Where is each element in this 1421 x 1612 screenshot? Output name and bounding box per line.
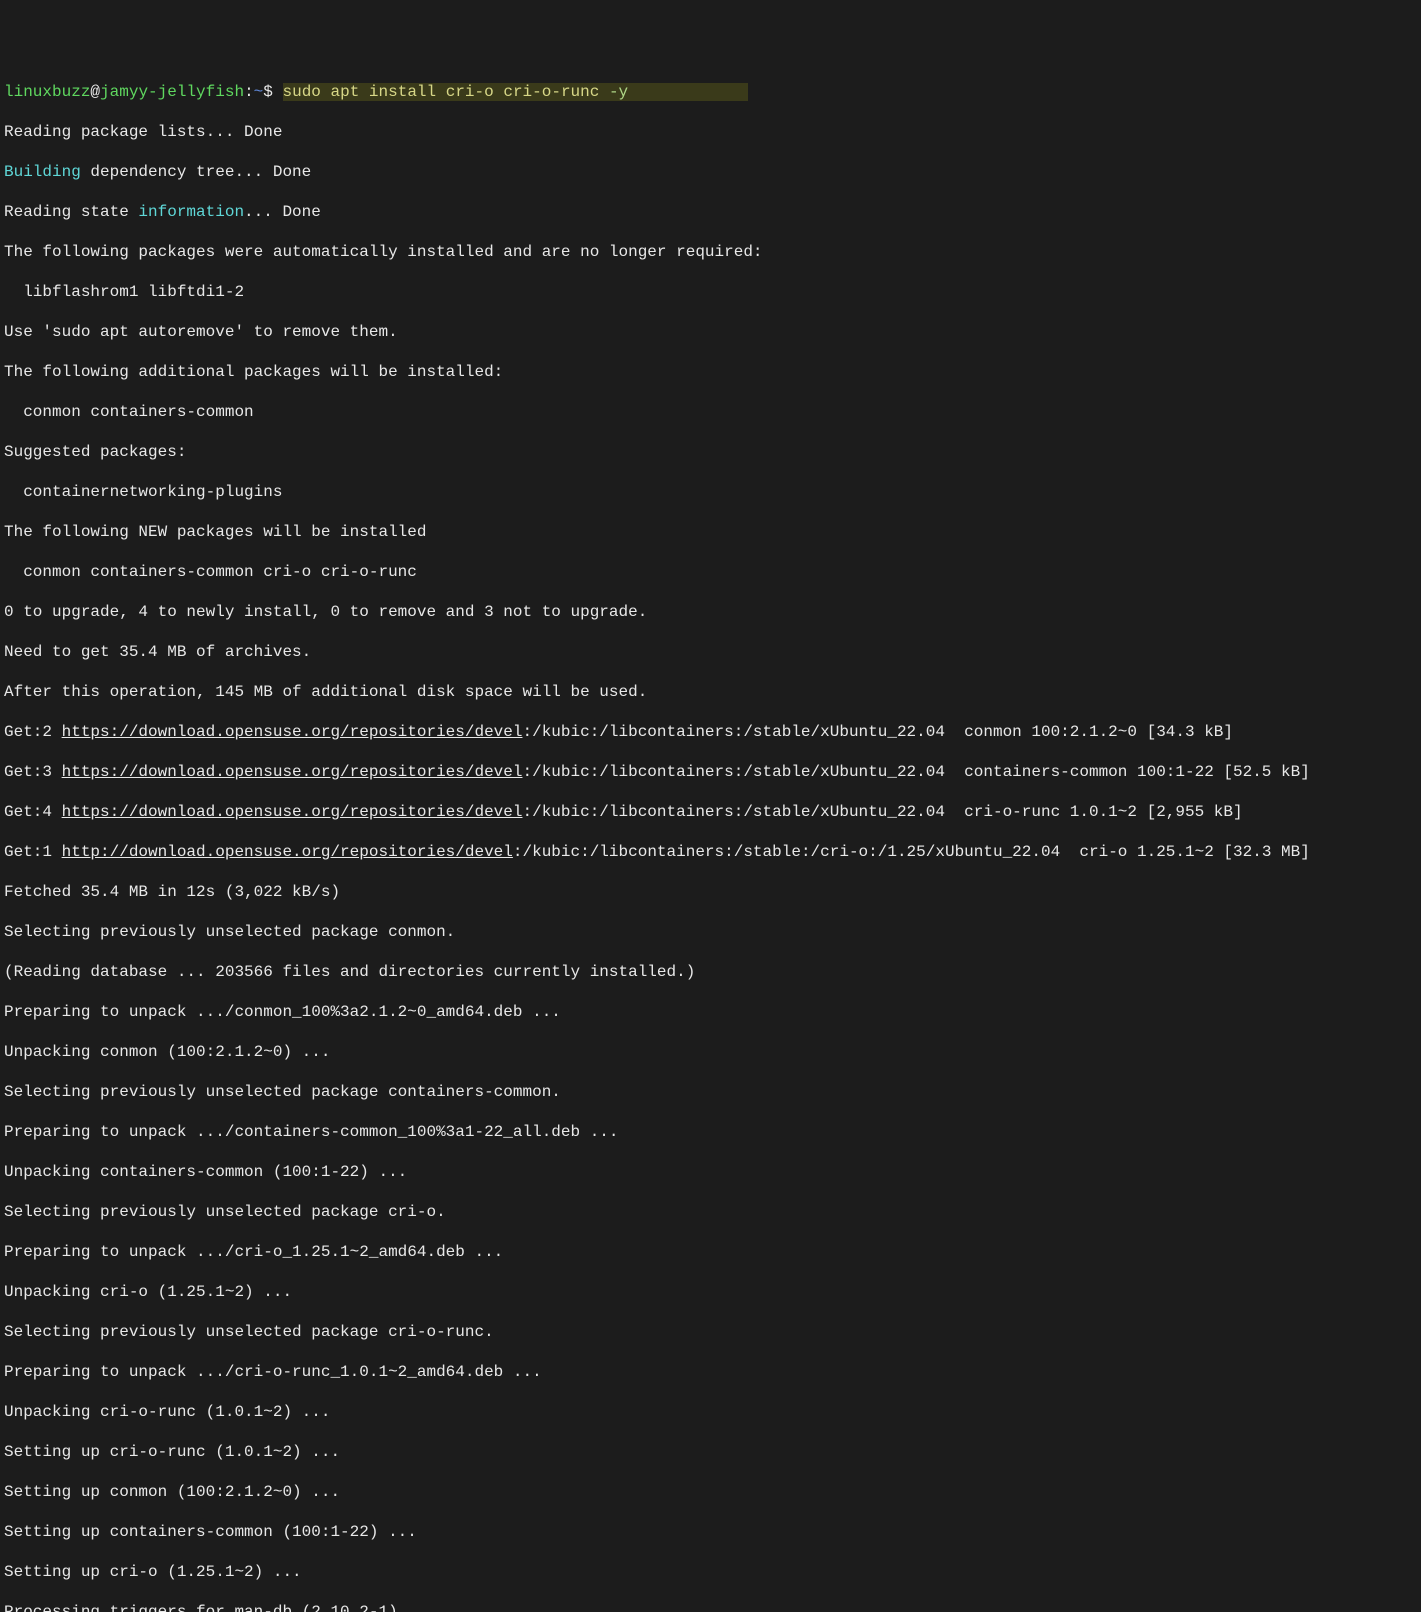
output-line: Processing triggers for man-db (2.10.2-1… [4,1602,1417,1612]
output-line: Get:2 https://download.opensuse.org/repo… [4,722,1417,742]
output-line: Selecting previously unselected package … [4,1322,1417,1342]
url-link: https://download.opensuse.org/repositori… [62,723,523,741]
output-line: containernetworking-plugins [4,482,1417,502]
output-line: Preparing to unpack .../cri-o-runc_1.0.1… [4,1362,1417,1382]
output-line: Use 'sudo apt autoremove' to remove them… [4,322,1417,342]
output-line: Building dependency tree... Done [4,162,1417,182]
output-line: Unpacking containers-common (100:1-22) .… [4,1162,1417,1182]
command-text: sudo apt install cri-o cri-o-runc -y [283,83,749,101]
output-line: The following additional packages will b… [4,362,1417,382]
output-line: conmon containers-common cri-o cri-o-run… [4,562,1417,582]
output-line: Setting up containers-common (100:1-22) … [4,1522,1417,1542]
url-link: http://download.opensuse.org/repositorie… [62,843,513,861]
output-line: Reading state information... Done [4,202,1417,222]
prompt-symbol: $ [263,83,273,101]
output-line: conmon containers-common [4,402,1417,422]
output-line: Suggested packages: [4,442,1417,462]
output-line: Get:3 https://download.opensuse.org/repo… [4,762,1417,782]
url-link: https://download.opensuse.org/repositori… [62,763,523,781]
terminal-output[interactable]: linuxbuzz@jamyy-jellyfish:~$ sudo apt in… [4,82,1417,1612]
output-line: Unpacking conmon (100:2.1.2~0) ... [4,1042,1417,1062]
output-line: Unpacking cri-o (1.25.1~2) ... [4,1282,1417,1302]
output-line: (Reading database ... 203566 files and d… [4,962,1417,982]
prompt-host: jamyy-jellyfish [100,83,244,101]
output-line: The following packages were automaticall… [4,242,1417,262]
output-line: Need to get 35.4 MB of archives. [4,642,1417,662]
output-line: Get:1 http://download.opensuse.org/repos… [4,842,1417,862]
output-line: Fetched 35.4 MB in 12s (3,022 kB/s) [4,882,1417,902]
output-line: Setting up cri-o (1.25.1~2) ... [4,1562,1417,1582]
output-line: Selecting previously unselected package … [4,922,1417,942]
output-line: The following NEW packages will be insta… [4,522,1417,542]
output-line: Setting up cri-o-runc (1.0.1~2) ... [4,1442,1417,1462]
output-line: Setting up conmon (100:2.1.2~0) ... [4,1482,1417,1502]
output-line: Preparing to unpack .../cri-o_1.25.1~2_a… [4,1242,1417,1262]
output-line: Selecting previously unselected package … [4,1202,1417,1222]
output-line: Get:4 https://download.opensuse.org/repo… [4,802,1417,822]
command-line: linuxbuzz@jamyy-jellyfish:~$ sudo apt in… [4,82,1417,102]
output-line: Unpacking cri-o-runc (1.0.1~2) ... [4,1402,1417,1422]
prompt-user: linuxbuzz [4,83,90,101]
output-line: libflashrom1 libftdi1-2 [4,282,1417,302]
output-line: Preparing to unpack .../containers-commo… [4,1122,1417,1142]
output-line: Reading package lists... Done [4,122,1417,142]
prompt-path: ~ [254,83,264,101]
output-line: Selecting previously unselected package … [4,1082,1417,1102]
output-line: 0 to upgrade, 4 to newly install, 0 to r… [4,602,1417,622]
output-line: Preparing to unpack .../conmon_100%3a2.1… [4,1002,1417,1022]
output-line: After this operation, 145 MB of addition… [4,682,1417,702]
